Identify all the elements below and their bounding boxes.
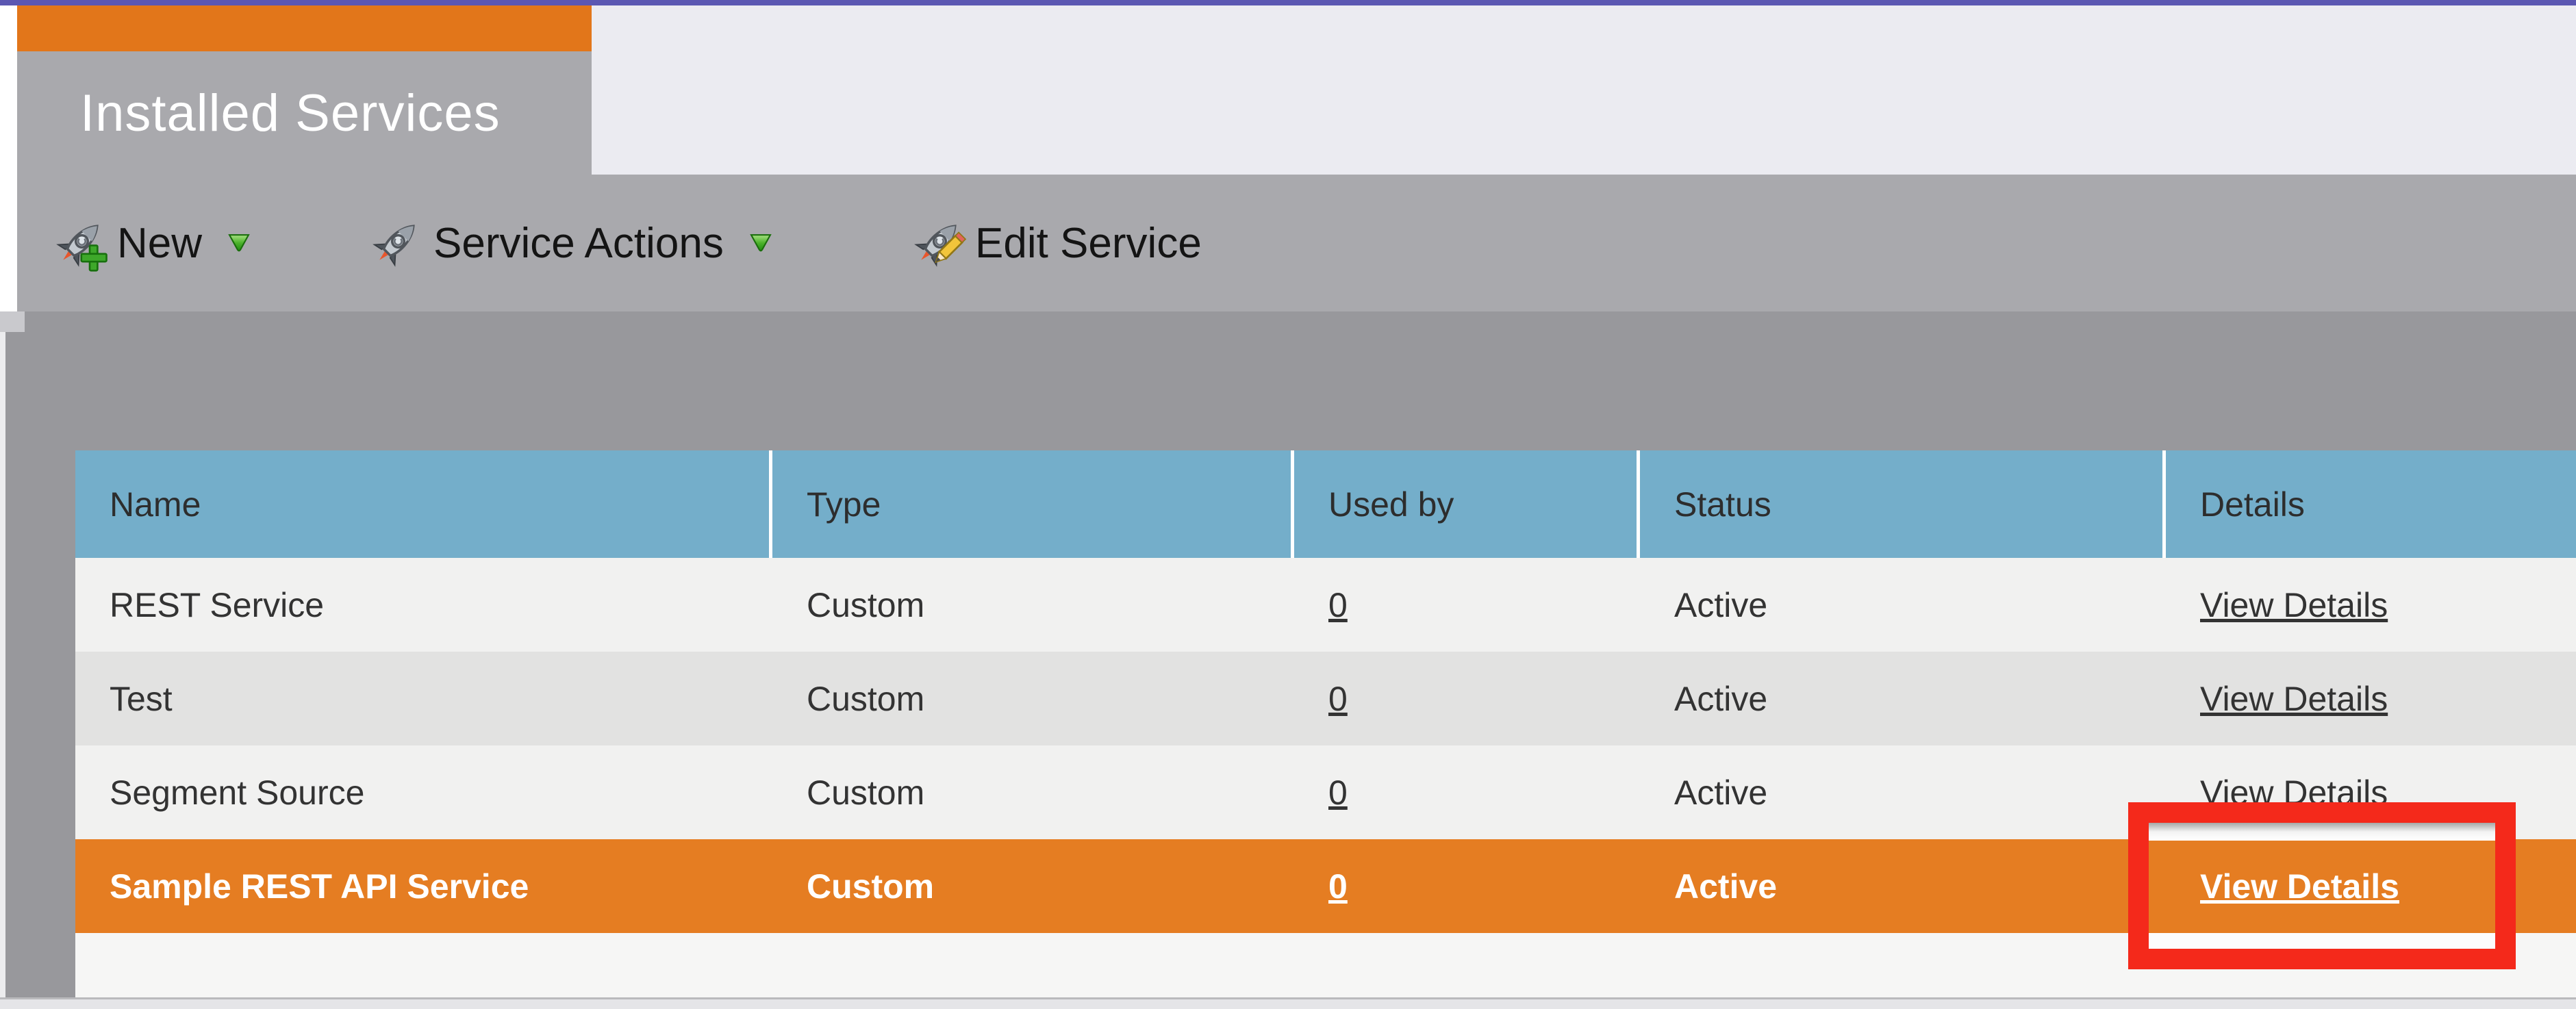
window-top-accent xyxy=(0,0,2576,5)
service-actions-button[interactable]: Service Actions xyxy=(368,175,773,311)
table-row-rest-service[interactable]: REST Service Custom 0 Active View Detail… xyxy=(75,558,2576,652)
tab-label: Installed Services xyxy=(80,84,501,142)
column-header-used-by[interactable]: Used by xyxy=(1294,450,1640,558)
chevron-down-icon xyxy=(228,234,250,252)
cell-type: Custom xyxy=(807,773,925,812)
annotation-inner-band-top xyxy=(2149,823,2495,841)
annotation-inner-band-bottom xyxy=(2149,933,2495,949)
window-bottom-strip xyxy=(0,997,2576,1009)
used-by-link[interactable]: 0 xyxy=(1328,773,1348,813)
rocket-pencil-icon xyxy=(914,225,967,267)
cell-name: Segment Source xyxy=(110,773,365,812)
column-header-name[interactable]: Name xyxy=(75,450,772,558)
toolbar: New Service Actions Edit Service xyxy=(17,175,2576,311)
left-gutter-stub xyxy=(0,311,25,332)
tab-bar-background xyxy=(592,5,2576,175)
used-by-link[interactable]: 0 xyxy=(1328,585,1348,625)
cell-status: Active xyxy=(1674,773,1768,812)
cell-status: Active xyxy=(1674,679,1768,718)
cell-name: REST Service xyxy=(110,585,325,624)
service-actions-button-label: Service Actions xyxy=(433,219,724,267)
rocket-plus-icon xyxy=(56,225,108,272)
chevron-down-icon xyxy=(750,234,772,252)
view-details-link[interactable]: View Details xyxy=(2200,585,2388,625)
cell-status: Active xyxy=(1674,585,1768,624)
cell-status: Active xyxy=(1674,867,1778,906)
highlight-annotation-box xyxy=(2128,802,2516,969)
tab-installed-services[interactable]: Installed Services xyxy=(17,5,592,175)
table-header-row: Name Type Used by Status Details xyxy=(75,450,2576,558)
table-row-test[interactable]: Test Custom 0 Active View Details xyxy=(75,652,2576,745)
rocket-icon xyxy=(372,225,415,267)
column-header-type[interactable]: Type xyxy=(772,450,1294,558)
edit-service-button-label: Edit Service xyxy=(975,219,1202,267)
cell-name: Sample REST API Service xyxy=(110,867,529,906)
cell-type: Custom xyxy=(807,679,925,718)
column-header-details[interactable]: Details xyxy=(2166,450,2576,558)
new-button[interactable]: New xyxy=(51,175,251,311)
column-header-status[interactable]: Status xyxy=(1640,450,2166,558)
left-gutter xyxy=(0,5,17,311)
cell-type: Custom xyxy=(807,585,925,624)
edit-service-button[interactable]: Edit Service xyxy=(909,175,1202,311)
left-edge-sliver xyxy=(0,332,5,997)
view-details-link[interactable]: View Details xyxy=(2200,679,2388,719)
new-button-label: New xyxy=(117,219,203,267)
cell-name: Test xyxy=(110,679,173,718)
cell-type: Custom xyxy=(807,867,935,906)
used-by-link[interactable]: 0 xyxy=(1328,867,1348,906)
installed-services-screen: Installed Services New Service Actions E… xyxy=(0,0,2576,1009)
used-by-link[interactable]: 0 xyxy=(1328,679,1348,719)
